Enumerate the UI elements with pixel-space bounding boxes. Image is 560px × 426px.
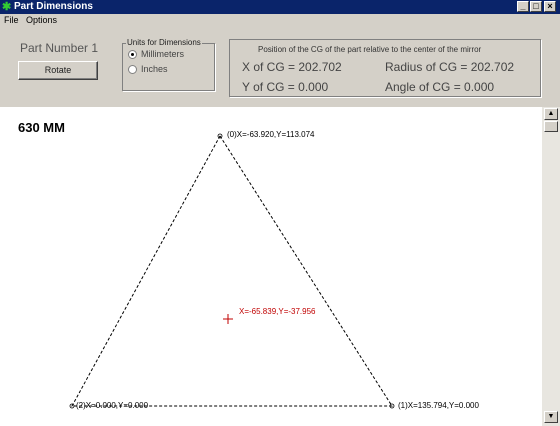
rotate-button[interactable]: Rotate xyxy=(18,61,98,80)
window-title: Part Dimensions xyxy=(14,1,93,12)
radio-selected-icon[interactable] xyxy=(128,50,137,60)
part-drawing: (0)X=-63.920,Y=113.074 (1)X=135.794,Y=0.… xyxy=(69,130,480,410)
units-legend: Units for Dimensions xyxy=(126,38,202,47)
controls-panel: Part Number 1 Rotate Units for Dimension… xyxy=(0,27,560,107)
y-of-cg: Y of CG = 0.000 xyxy=(242,80,329,94)
part-outline xyxy=(71,135,393,407)
radio-millimeters[interactable]: Millimeters xyxy=(128,49,185,60)
minimize-button[interactable]: _ xyxy=(517,1,529,12)
vertex-0-label: (0)X=-63.920,Y=113.074 xyxy=(227,130,315,139)
part-number-label: Part Number 1 xyxy=(20,41,99,55)
vertex-1-label: (1)X=135.794,Y=0.000 xyxy=(398,401,480,410)
scroll-thumb[interactable] xyxy=(544,121,558,132)
radio-inches-label: Inches xyxy=(141,64,168,74)
radius-of-cg: Radius of CG = 202.702 xyxy=(385,60,515,74)
cg-crosshair-icon xyxy=(223,314,233,324)
scroll-down-arrow-icon[interactable]: ▼ xyxy=(544,411,558,423)
maximize-button[interactable]: □ xyxy=(530,1,542,12)
radio-inches[interactable]: Inches xyxy=(128,64,168,75)
drawing-canvas[interactable]: 630 MM (0)X=-63.920,Y=113.074 (1)X=135.7… xyxy=(0,107,542,426)
title-bar[interactable]: ✱ Part Dimensions _ □ × xyxy=(0,0,560,14)
green-star-icon[interactable]: ✱ xyxy=(2,0,11,14)
angle-of-cg: Angle of CG = 0.000 xyxy=(385,80,495,94)
x-of-cg: X of CG = 202.702 xyxy=(242,60,342,74)
menu-file[interactable]: File xyxy=(4,15,19,25)
radio-millimeters-label: Millimeters xyxy=(141,49,185,59)
close-button[interactable]: × xyxy=(544,1,556,12)
radio-unselected-icon[interactable] xyxy=(128,65,137,75)
vertical-scrollbar[interactable]: ▲ ▼ xyxy=(542,107,560,426)
scroll-up-arrow-icon[interactable]: ▲ xyxy=(544,108,558,120)
menu-options[interactable]: Options xyxy=(26,15,57,25)
menu-bar: File Options xyxy=(0,14,560,27)
cg-header: Position of the CG of the part relative … xyxy=(258,45,482,54)
cg-marker-label: X=-65.839,Y=-37.956 xyxy=(239,307,316,316)
part-dimensions-window: ✱ Part Dimensions _ □ × File Options Par… xyxy=(0,0,560,426)
vertex-2-label: (2)X=0.000,Y=0.000 xyxy=(76,401,149,410)
